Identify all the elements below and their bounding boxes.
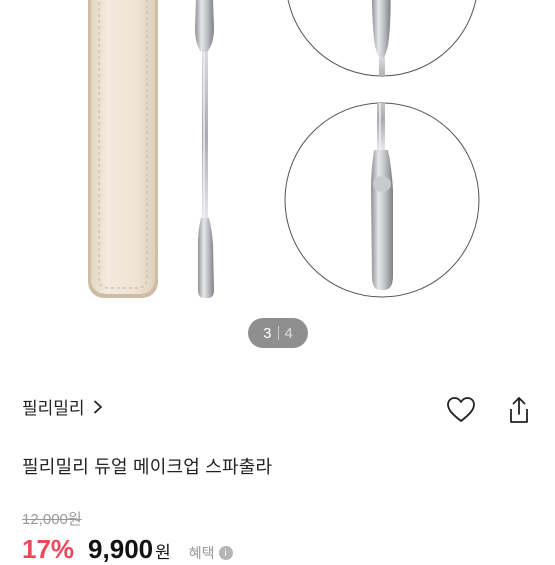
pouch-shape [88,0,158,298]
pager-divider [277,326,279,340]
product-title: 필리밀리 듀얼 메이크업 스파출라 [22,457,273,477]
share-button[interactable] [502,393,536,427]
product-image-gallery[interactable]: 3 4 [0,0,555,360]
pager-total: 4 [284,324,293,342]
brand-name: 필리밀리 [22,399,85,418]
benefit-info-button[interactable]: 혜택 i [189,543,233,563]
benefit-label: 혜택 [188,545,215,561]
share-icon [510,397,528,423]
price-row: 17% 9,900 원 혜택 i [22,534,233,565]
chevron-right-icon [93,400,102,413]
spatula-shape [195,0,214,298]
currency-label: 원 [155,543,171,562]
brand-link[interactable]: 필리밀리 [22,394,105,419]
heart-icon [447,397,475,422]
wishlist-button[interactable] [444,393,478,427]
info-icon: i [218,546,233,560]
product-photo [88,0,480,298]
original-price: 12,000원 [22,511,82,528]
sale-price: 9,900 원 [88,534,171,565]
image-pager: 3 4 [248,318,308,348]
pager-current: 3 [263,324,272,342]
discount-rate: 17% [22,534,75,564]
sale-price-value: 9,900 [88,534,154,564]
